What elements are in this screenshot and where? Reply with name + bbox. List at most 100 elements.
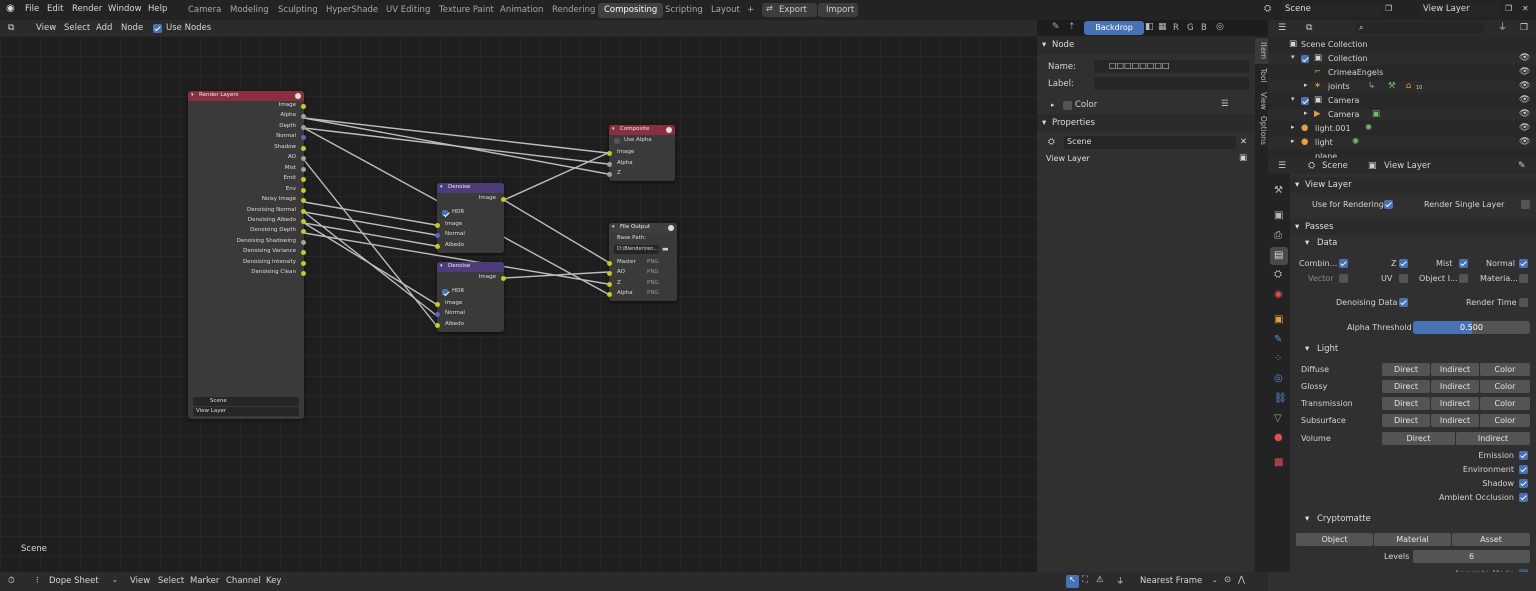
- denoise-node-2-header[interactable]: Denoise: [437, 262, 504, 272]
- denoise-1-input-image-socket[interactable]: [435, 223, 440, 228]
- outliner-row-light-001[interactable]: ▸ ● light.001 ✺ 👁: [1268, 123, 1536, 135]
- denoising-data-checkbox[interactable]: [1399, 298, 1408, 307]
- import-button[interactable]: Import: [818, 3, 858, 17]
- physics-tab-icon[interactable]: ◎: [1274, 374, 1283, 384]
- light-subpanel-title[interactable]: Light: [1317, 344, 1338, 354]
- use-for-rendering-checkbox[interactable]: [1384, 200, 1393, 209]
- data-subpanel-title[interactable]: Data: [1317, 238, 1337, 248]
- pass-vector-checkbox[interactable]: [1339, 274, 1348, 283]
- data-tab-icon[interactable]: ▽: [1274, 414, 1282, 424]
- interpolation-select[interactable]: Nearest Frame: [1140, 576, 1202, 586]
- render-layers-output-socket[interactable]: [301, 187, 306, 193]
- object-tab-icon[interactable]: ▣: [1274, 315, 1283, 325]
- denoise-2-input-normal-socket[interactable]: [435, 312, 440, 317]
- composite-input-z-socket[interactable]: [607, 172, 612, 177]
- crimeaengels-visibility-icon[interactable]: 👁: [1519, 67, 1530, 77]
- timeline-menu-select[interactable]: Select: [158, 576, 184, 586]
- properties-scene-label[interactable]: Scene: [1322, 161, 1348, 171]
- only-selected-toggle[interactable]: ↖: [1066, 575, 1079, 588]
- base-path-field[interactable]: D:\Blender\ren...: [614, 245, 659, 254]
- remove-view-layer-icon[interactable]: ✕: [1522, 4, 1529, 14]
- volume-direct-button[interactable]: Direct: [1382, 432, 1455, 445]
- tab-uv-editing[interactable]: UV Editing: [380, 3, 436, 18]
- timeline-editor-type-icon[interactable]: ⏱: [8, 576, 15, 586]
- pass-object-index-checkbox[interactable]: [1459, 274, 1468, 283]
- render-layers-output-socket[interactable]: [301, 166, 306, 172]
- outliner-row-joints[interactable]: ▸ ✶ joints ↳ ⚒ ⌂ 10 👁: [1268, 81, 1536, 93]
- pass-combined-checkbox[interactable]: [1339, 259, 1348, 268]
- passes-panel-header[interactable]: ▾ Passes: [1290, 219, 1536, 235]
- file-output-input-z-socket[interactable]: [607, 282, 612, 287]
- view-layer-panel-header[interactable]: ▾ View Layer: [1290, 177, 1536, 193]
- texture-tab-icon[interactable]: ▩: [1274, 458, 1283, 468]
- transmission-direct-button[interactable]: Direct: [1382, 397, 1430, 410]
- camera-visibility-icon[interactable]: 👁: [1519, 109, 1530, 119]
- levels-field[interactable]: 6: [1413, 550, 1530, 563]
- view-layer-tab-active[interactable]: ▤: [1270, 247, 1288, 265]
- scene-tab-icon[interactable]: ⛭: [1274, 270, 1282, 280]
- outliner-row-scene-collection[interactable]: ▣ Scene Collection: [1268, 39, 1536, 51]
- menu-window[interactable]: Window: [108, 4, 142, 14]
- data-subpanel-chevron[interactable]: ▾: [1305, 238, 1309, 248]
- material-tab-icon[interactable]: ●: [1274, 433, 1283, 443]
- color-checkbox[interactable]: [1063, 101, 1072, 110]
- joints-visibility-icon[interactable]: 👁: [1519, 81, 1530, 91]
- properties-panel-header[interactable]: ▾ Properties: [1037, 114, 1255, 132]
- tab-layout[interactable]: Layout: [705, 3, 746, 18]
- tool-tab-icon[interactable]: ⚒: [1274, 186, 1283, 196]
- outliner-search-input[interactable]: ⌕: [1356, 22, 1484, 34]
- file-output-input-ao-socket[interactable]: [607, 271, 612, 276]
- cryptomatte-asset-button[interactable]: Asset: [1452, 533, 1530, 546]
- blender-logo-icon[interactable]: ◉: [6, 4, 15, 14]
- folder-icon[interactable]: ▬: [662, 244, 669, 254]
- menu-node[interactable]: Node: [121, 23, 143, 33]
- pass-mist-checkbox[interactable]: [1459, 259, 1468, 268]
- cryptomatte-object-button[interactable]: Object: [1296, 533, 1373, 546]
- cryptomatte-subpanel-chevron[interactable]: ▾: [1305, 514, 1309, 524]
- particles-tab-icon[interactable]: ⁘: [1274, 354, 1282, 364]
- channel-g[interactable]: G: [1187, 23, 1194, 33]
- errors-icon[interactable]: ⚠: [1096, 575, 1104, 585]
- parent-node-tree-icon[interactable]: ⇡: [1068, 22, 1076, 32]
- composite-node[interactable]: Composite Use Alpha Image Alpha Z: [607, 125, 675, 181]
- collection-visibility-icon[interactable]: 👁: [1519, 53, 1530, 63]
- tab-camera[interactable]: Camera: [182, 3, 227, 18]
- menu-edit[interactable]: Edit: [47, 4, 63, 14]
- modifier-tab-icon[interactable]: ✎: [1274, 335, 1282, 345]
- outliner-row-plane[interactable]: plane: [1268, 151, 1536, 158]
- new-view-layer-icon[interactable]: ❐: [1505, 4, 1512, 14]
- tab-compositing[interactable]: Compositing: [598, 3, 664, 18]
- view-layer-selector[interactable]: View Layer: [1420, 3, 1500, 17]
- name-field[interactable]: □□□□□□□□: [1094, 60, 1249, 73]
- light-visibility-icon[interactable]: 👁: [1519, 137, 1530, 147]
- timeline-menu-channel[interactable]: Channel: [226, 576, 261, 586]
- cryptomatte-subpanel-title[interactable]: Cryptomatte: [1317, 514, 1371, 524]
- pass-normal-checkbox[interactable]: [1519, 259, 1528, 268]
- render-layers-scene-field[interactable]: Scene: [193, 397, 299, 406]
- world-tab-icon[interactable]: ◉: [1274, 290, 1283, 300]
- properties-view-layer-label[interactable]: View Layer: [1384, 161, 1431, 171]
- glossy-indirect-button[interactable]: Indirect: [1431, 380, 1479, 393]
- color-expand-icon[interactable]: ▸: [1051, 101, 1055, 109]
- sidebar-view-layer-field[interactable]: View Layer: [1043, 153, 1236, 166]
- render-layers-node-header[interactable]: Render Layers: [188, 91, 304, 101]
- render-layers-view-layer-field[interactable]: View Layer: [193, 407, 299, 416]
- camera-collection-visibility-icon[interactable]: 👁: [1519, 95, 1530, 105]
- subsurface-direct-button[interactable]: Direct: [1382, 414, 1430, 427]
- new-scene-icon[interactable]: ❐: [1385, 4, 1392, 14]
- pass-material-index-checkbox[interactable]: [1519, 274, 1528, 283]
- composite-node-header[interactable]: Composite: [609, 125, 675, 135]
- constraints-tab-icon[interactable]: ⛓: [1274, 394, 1287, 404]
- glossy-color-button[interactable]: Color: [1480, 380, 1530, 393]
- editor-type-icon[interactable]: ⧉: [8, 23, 14, 33]
- tab-texture-paint[interactable]: Texture Paint: [433, 3, 500, 18]
- render-layers-output-socket[interactable]: [301, 239, 306, 245]
- file-output-node[interactable]: File Output Base Path: D:\Blender\ren...…: [607, 223, 677, 301]
- transmission-indirect-button[interactable]: Indirect: [1431, 397, 1479, 410]
- denoise-2-input-image-socket[interactable]: [435, 302, 440, 307]
- render-layers-output-socket[interactable]: [301, 145, 306, 151]
- subsurface-color-button[interactable]: Color: [1480, 414, 1530, 427]
- channel-b[interactable]: B: [1201, 23, 1207, 33]
- render-single-layer-checkbox[interactable]: [1521, 200, 1530, 209]
- new-collection-icon[interactable]: ❐: [1520, 23, 1528, 33]
